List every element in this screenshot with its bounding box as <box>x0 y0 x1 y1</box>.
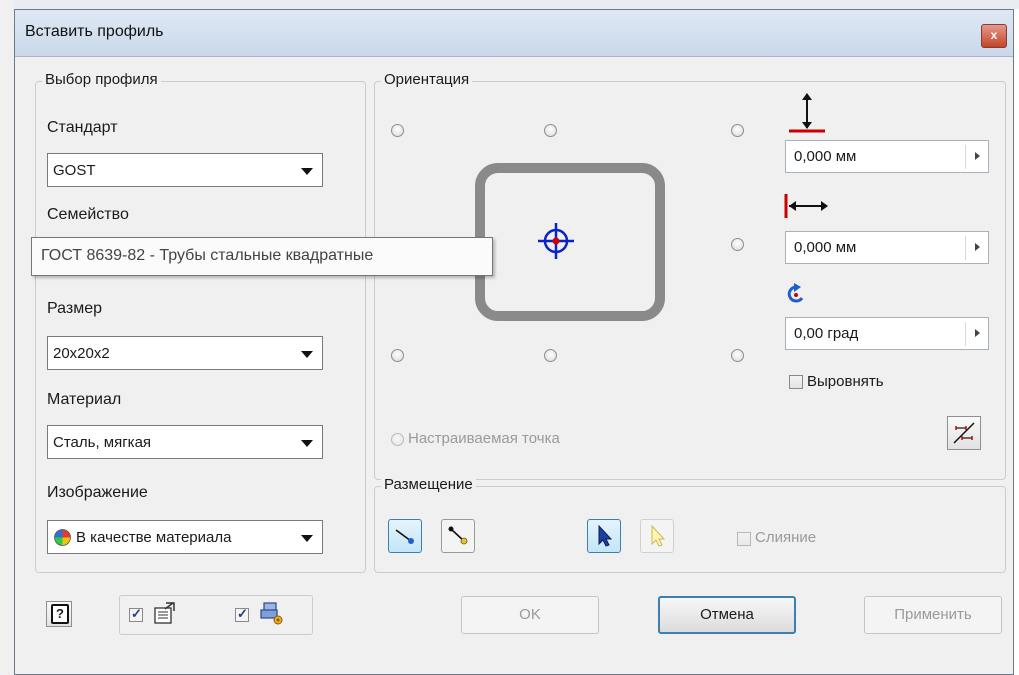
anchor-radio-bottom-left[interactable] <box>391 349 404 362</box>
profile-preview <box>475 163 665 321</box>
appearance-select[interactable]: В качестве материала <box>47 520 323 554</box>
merge-checkbox[interactable] <box>737 532 751 546</box>
merge-label: Слияние <box>755 529 817 546</box>
start-point-icon <box>395 529 414 544</box>
select-start-point-button[interactable] <box>388 519 422 553</box>
anchor-radio-top-left[interactable] <box>391 124 404 137</box>
close-icon: x <box>990 28 998 42</box>
anchor-radio-top-center[interactable] <box>544 124 557 137</box>
properties-icon[interactable] <box>152 600 178 626</box>
background-left <box>0 0 14 675</box>
crosshair-icon <box>538 223 574 259</box>
apply-button[interactable]: Применить <box>864 596 1002 634</box>
cursor-icon <box>651 524 666 547</box>
size-label: Размер <box>47 300 102 317</box>
close-button[interactable]: x <box>981 24 1007 48</box>
chevron-down-icon <box>301 351 313 358</box>
horizontal-offset-icon <box>784 194 828 218</box>
material-value: Сталь, мягкая <box>53 434 152 451</box>
mirror-button[interactable] <box>947 416 981 450</box>
vertical-offset-input[interactable]: 0,000 мм <box>785 140 989 173</box>
appearance-value: В качестве материала <box>76 529 232 546</box>
chevron-down-icon <box>301 535 313 542</box>
properties-checkbox[interactable]: ✓ <box>129 606 143 622</box>
cursor-icon <box>598 524 613 547</box>
align-label: Выровнять <box>807 373 884 390</box>
mirror-icon <box>953 422 975 444</box>
horizontal-offset-input[interactable]: 0,000 мм <box>785 231 989 264</box>
custom-point-radio[interactable] <box>391 433 404 446</box>
title-bar[interactable]: Вставить профиль x <box>15 10 1013 57</box>
help-icon: ? <box>51 604 69 624</box>
anchor-radio-bottom-right[interactable] <box>731 349 744 362</box>
select-end-point-button[interactable] <box>441 519 475 553</box>
chevron-right-icon[interactable] <box>975 243 980 251</box>
vertical-offset-value: 0,000 мм <box>794 148 857 165</box>
anchor-radio-top-right[interactable] <box>731 124 744 137</box>
size-value: 20x20x2 <box>53 345 110 362</box>
appearance-label: Изображение <box>47 484 148 501</box>
family-tooltip-text: ГОСТ 8639-82 - Трубы стальные квадратные <box>41 247 374 264</box>
align-checkbox[interactable] <box>789 375 803 389</box>
chevron-down-icon <box>301 440 313 447</box>
size-select[interactable]: 20x20x2 <box>47 336 323 370</box>
cancel-label: Отмена <box>700 606 754 623</box>
profile-selection-legend: Выбор профиля <box>42 71 161 88</box>
rotation-icon <box>787 283 804 303</box>
standard-label: Стандарт <box>47 119 118 136</box>
standard-select[interactable]: GOST <box>47 153 323 187</box>
assembly-icon[interactable] <box>258 600 286 626</box>
assembly-checkbox[interactable]: ✓ <box>235 606 249 622</box>
angle-input[interactable]: 0,00 град <box>785 317 989 350</box>
horizontal-offset-value: 0,000 мм <box>794 239 857 256</box>
placement-legend: Размещение <box>381 476 476 493</box>
chevron-right-icon[interactable] <box>975 329 980 337</box>
anchor-radio-bottom-center[interactable] <box>544 349 557 362</box>
checkmark-icon: ✓ <box>131 606 142 621</box>
insert-profile-dialog: Вставить профиль x Выбор профиля Стандар… <box>14 9 1014 675</box>
angle-value: 0,00 град <box>794 325 859 342</box>
select-secondary-button[interactable] <box>640 519 674 553</box>
chevron-right-icon[interactable] <box>975 152 980 160</box>
material-select[interactable]: Сталь, мягкая <box>47 425 323 459</box>
family-tooltip: ГОСТ 8639-82 - Трубы стальные квадратные <box>31 237 493 276</box>
cancel-button[interactable]: Отмена <box>658 596 796 634</box>
ok-label: OK <box>519 606 541 623</box>
custom-point-label: Настраиваемая точка <box>408 430 560 447</box>
color-wheel-icon <box>54 529 71 546</box>
orientation-legend: Ориентация <box>381 71 473 88</box>
ok-button[interactable]: OK <box>461 596 599 634</box>
anchor-radio-middle-right[interactable] <box>731 238 744 251</box>
chevron-down-icon <box>301 168 313 175</box>
select-geometry-button[interactable] <box>587 519 621 553</box>
family-label: Семейство <box>47 206 129 223</box>
material-label: Материал <box>47 391 122 408</box>
apply-label: Применить <box>894 606 972 623</box>
dialog-title: Вставить профиль <box>25 23 164 40</box>
standard-value: GOST <box>53 162 96 179</box>
checkmark-icon: ✓ <box>237 606 248 621</box>
vertical-offset-icon <box>789 93 825 133</box>
help-button[interactable]: ? <box>46 601 72 627</box>
background-strip <box>0 0 1019 9</box>
end-point-icon <box>448 526 468 545</box>
